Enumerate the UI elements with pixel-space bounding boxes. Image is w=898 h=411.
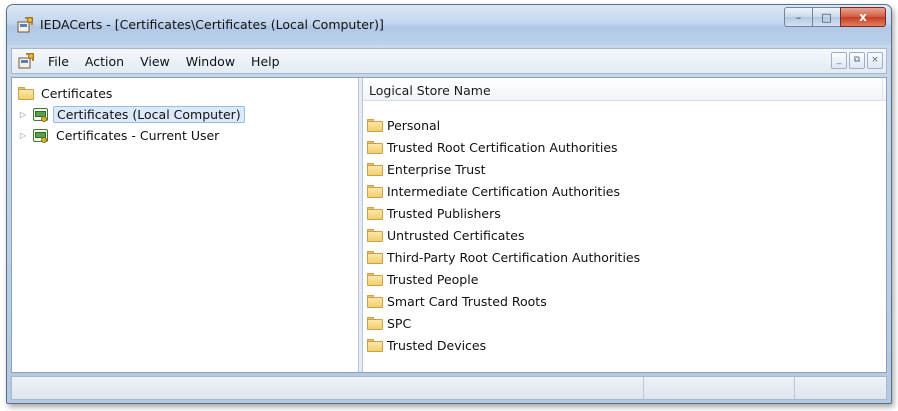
folder-icon — [18, 87, 34, 100]
list-item[interactable]: Enterprise Trust — [367, 159, 486, 179]
list-item-label: Trusted Publishers — [387, 205, 501, 221]
folder-icon — [367, 338, 383, 352]
status-cell-tertiary — [796, 377, 886, 399]
menu-bar: File Action View Window Help _ ⧉ × — [11, 48, 887, 74]
mmc-window: IEDACerts - [Certificates\Certificates (… — [6, 4, 892, 404]
list-item-label: Personal — [387, 117, 441, 133]
folder-icon — [367, 250, 383, 264]
expand-arrow-icon[interactable]: ▷ — [18, 110, 28, 120]
close-icon: × — [871, 55, 879, 65]
status-bar — [11, 376, 887, 400]
minimize-icon: – — [795, 10, 802, 24]
list-item-label: SPC — [387, 315, 412, 331]
mmc-console-icon — [17, 17, 33, 33]
folder-icon — [367, 162, 383, 176]
list-item-label: Intermediate Certification Authorities — [387, 183, 621, 199]
menu-items: File Action View Window Help — [40, 54, 288, 69]
menu-help[interactable]: Help — [243, 54, 288, 69]
folder-icon — [367, 140, 383, 154]
mdi-buttons: _ ⧉ × — [831, 52, 883, 69]
expand-arrow-icon[interactable]: ▷ — [18, 131, 28, 141]
list-item-label: Trusted Devices — [387, 337, 487, 353]
list-item-label: Smart Card Trusted Roots — [387, 293, 547, 309]
tree-root-certificates[interactable]: Certificates — [18, 84, 115, 103]
mmc-console-icon[interactable] — [17, 52, 35, 70]
folder-icon — [367, 316, 383, 330]
tree-node-current-user[interactable]: ▷ Certificates - Current User — [18, 126, 222, 145]
tree-node-label: Certificates (Local Computer) — [53, 106, 245, 123]
folder-icon — [367, 294, 383, 308]
list-item[interactable]: Trusted Devices — [367, 335, 486, 355]
title-bar[interactable]: IEDACerts - [Certificates\Certificates (… — [7, 5, 891, 45]
list-item[interactable]: Personal — [367, 115, 440, 135]
list-pane: Logical Store Name Personal Trusted Root… — [363, 78, 886, 372]
list-item-label: Trusted Root Certification Authorities — [387, 139, 618, 155]
window-title: IEDACerts - [Certificates\Certificates (… — [40, 17, 384, 32]
list-item[interactable]: Smart Card Trusted Roots — [367, 291, 547, 311]
folder-icon — [367, 228, 383, 242]
folder-icon — [367, 206, 383, 220]
menu-view[interactable]: View — [132, 54, 178, 69]
status-cell-main — [12, 377, 644, 399]
caption-buttons: – □ x — [784, 7, 886, 27]
list-item[interactable]: Untrusted Certificates — [367, 225, 525, 245]
status-cell-secondary — [645, 377, 795, 399]
mdi-minimize-button[interactable]: _ — [831, 52, 847, 69]
list-item-label: Untrusted Certificates — [387, 227, 525, 243]
menu-file[interactable]: File — [40, 54, 77, 69]
tree-node-label: Certificates — [41, 86, 113, 101]
list-item[interactable]: Trusted Root Certification Authorities — [367, 137, 618, 157]
list-header: Logical Store Name — [363, 78, 886, 101]
console-content: Certificates ▷ Certificates (Local Compu… — [11, 77, 887, 373]
tree-pane[interactable]: Certificates ▷ Certificates (Local Compu… — [12, 78, 358, 372]
column-header-logical-store-name[interactable]: Logical Store Name — [363, 78, 883, 101]
list-item[interactable]: Intermediate Certification Authorities — [367, 181, 620, 201]
close-button[interactable]: x — [840, 7, 886, 27]
list-item[interactable]: SPC — [367, 313, 411, 333]
menu-window[interactable]: Window — [178, 54, 243, 69]
list-item[interactable]: Trusted People — [367, 269, 478, 289]
restore-icon: ⧉ — [853, 55, 861, 65]
mdi-close-button[interactable]: × — [867, 52, 883, 69]
minimize-button[interactable]: – — [784, 7, 812, 27]
certificate-store-icon — [32, 107, 49, 123]
tree-node-label: Certificates - Current User — [56, 128, 220, 143]
certificate-store-icon — [32, 128, 49, 144]
tree-node-local-computer[interactable]: ▷ Certificates (Local Computer) — [18, 105, 245, 124]
list-item-label: Trusted People — [387, 271, 479, 287]
list-item-label: Enterprise Trust — [387, 161, 486, 177]
folder-icon — [367, 118, 383, 132]
maximize-button[interactable]: □ — [812, 7, 840, 27]
mdi-restore-button[interactable]: ⧉ — [849, 52, 865, 69]
list-item-label: Third-Party Root Certification Authoriti… — [387, 249, 641, 265]
list-item[interactable]: Third-Party Root Certification Authoriti… — [367, 247, 640, 267]
close-icon: x — [859, 10, 867, 24]
folder-icon — [367, 184, 383, 198]
menu-action[interactable]: Action — [77, 54, 132, 69]
minimize-icon: _ — [836, 55, 842, 65]
list-item[interactable]: Trusted Publishers — [367, 203, 501, 223]
folder-icon — [367, 272, 383, 286]
maximize-icon: □ — [821, 10, 832, 24]
